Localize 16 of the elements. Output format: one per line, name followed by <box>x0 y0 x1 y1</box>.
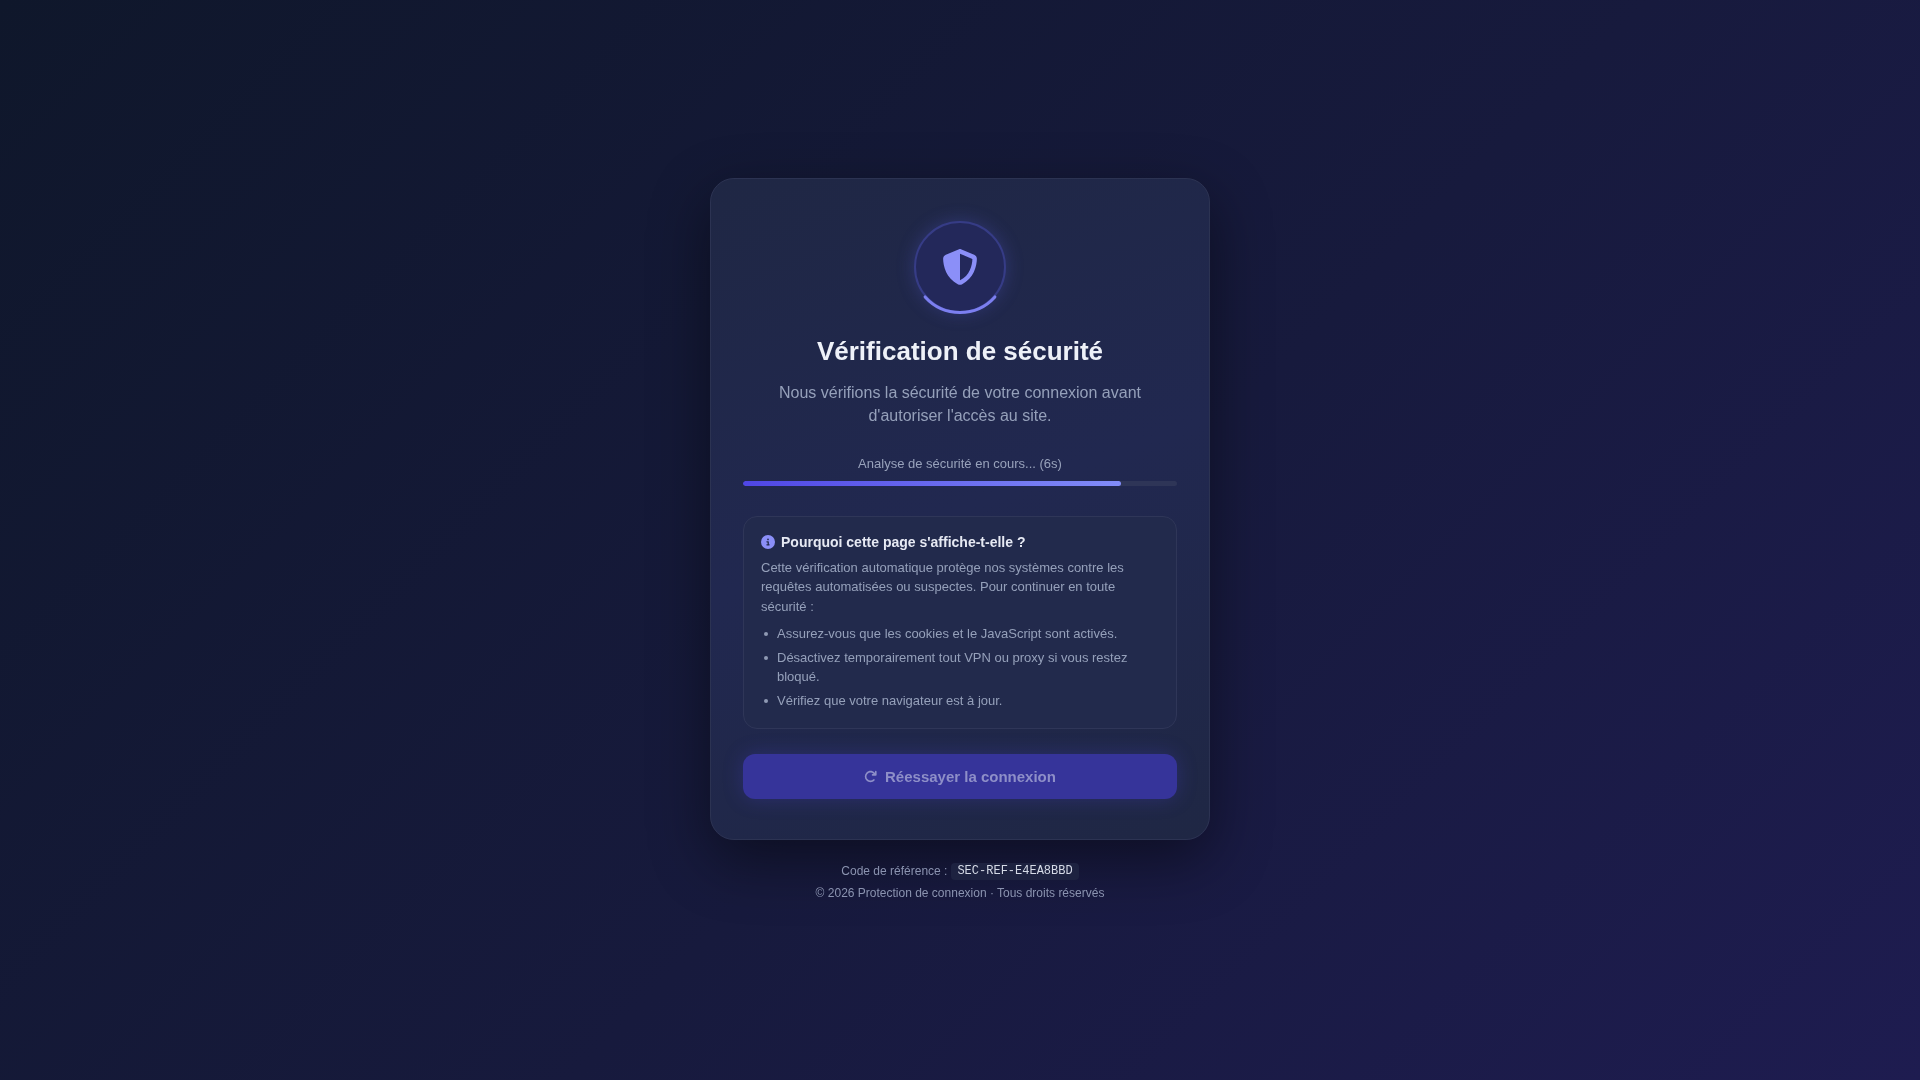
info-text: Cette vérification automatique protège nos systèmes contre les requêtes automatisées ou suspectes. Pour continuer en toute sécurité : <box>761 558 1125 616</box>
info-heading: Pourquoi cette page s'affiche-t-elle ? <box>781 532 1026 552</box>
page-subtitle: Nous vérifions la sécurité de votre connexion avant d'autoriser l'accès au site. <box>778 382 1142 426</box>
info-icon <box>761 534 775 549</box>
bullet-icon <box>764 632 768 637</box>
page-title: Vérification de sécurité <box>816 334 1104 367</box>
reference-label: Code de référence : <box>841 863 948 881</box>
progress-label: Analyse de sécurité en cours... (6s) <box>858 454 1062 473</box>
info-list-item: Désactivez temporairement tout VPN ou proxy si vous restez bloqué. <box>777 648 1129 687</box>
bullet-icon <box>764 698 768 703</box>
copyright-text: © 2026 Protection de connexion · Tous droits réservés <box>815 885 1105 903</box>
info-list-item: Vérifiez que votre navigateur est à jour. <box>777 691 1003 710</box>
info-list-item: Assurez-vous que les cookies et le JavaScript sont activés. <box>777 625 1118 644</box>
reference-code: SEC-REF-E4EA8BBD <box>951 863 1079 881</box>
refresh-icon <box>864 770 878 784</box>
bullet-icon <box>764 655 768 660</box>
